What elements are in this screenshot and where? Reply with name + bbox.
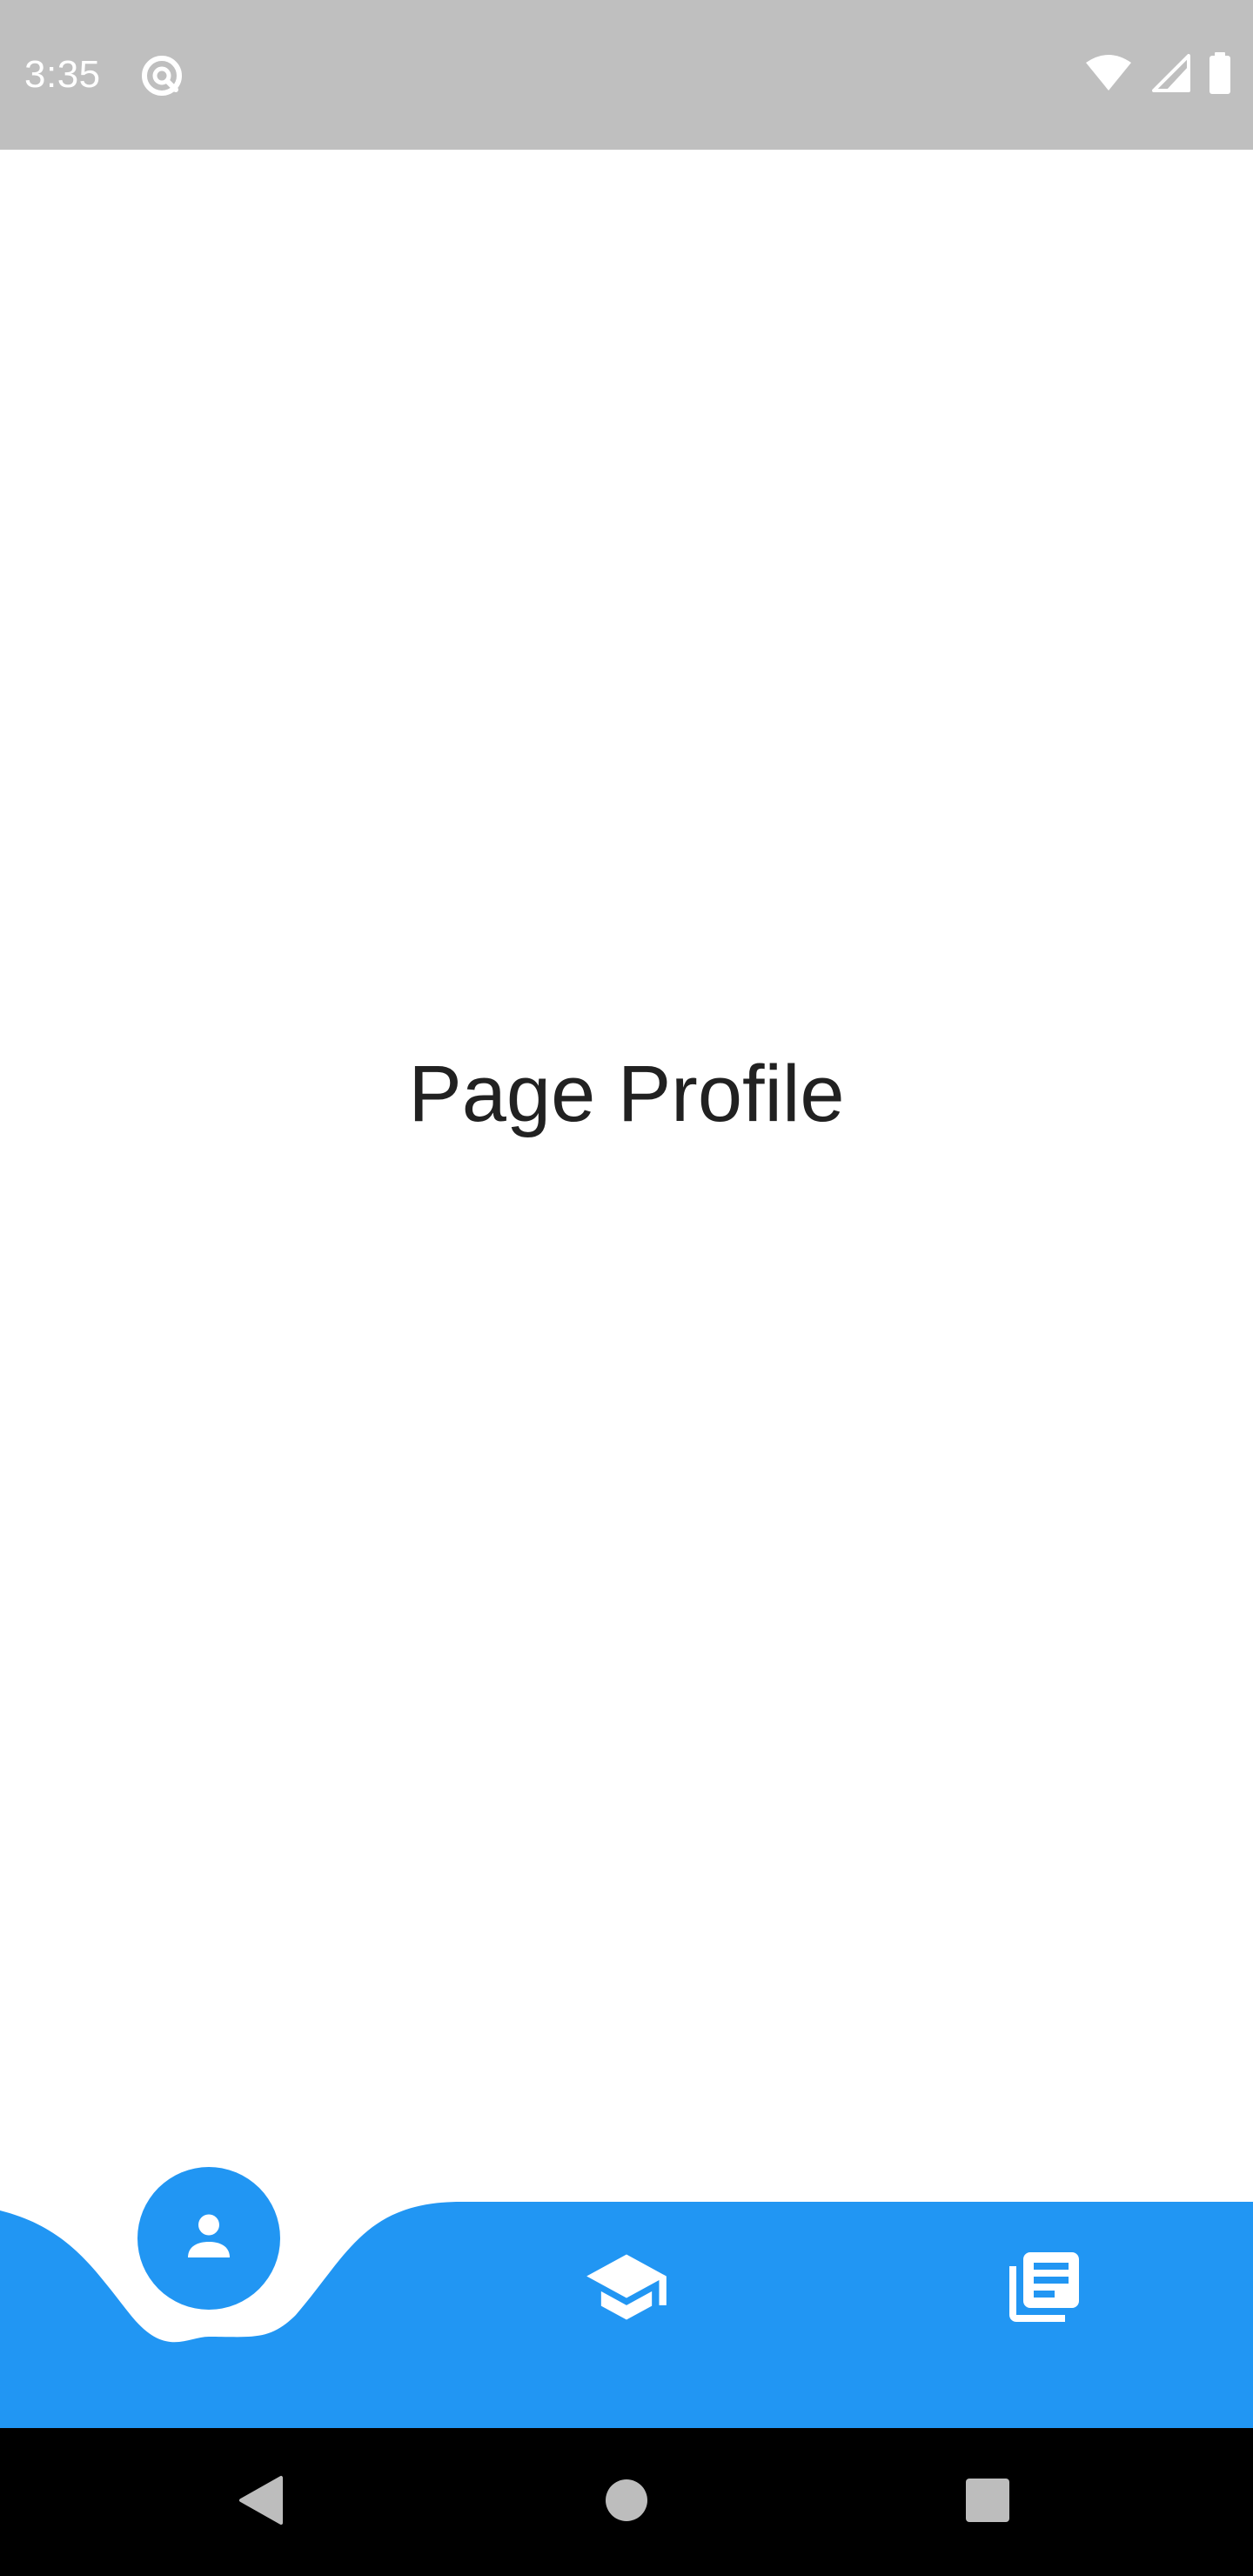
home-icon	[604, 2478, 649, 2527]
screen: 3:35 Page Profile	[0, 0, 1253, 2576]
bottom-navigation-bar	[0, 2123, 1253, 2428]
person-icon	[178, 2205, 240, 2272]
status-bar: 3:35	[0, 0, 1253, 150]
status-icons	[1084, 51, 1232, 98]
wifi-icon	[1084, 54, 1133, 97]
back-button[interactable]	[223, 2463, 301, 2541]
page-title: Page Profile	[408, 1050, 845, 1138]
back-icon	[236, 2472, 288, 2532]
recents-button[interactable]	[948, 2463, 1027, 2541]
cellular-signal-icon	[1150, 53, 1190, 97]
nav-item-education[interactable]	[574, 2237, 679, 2341]
main-content: Page Profile	[0, 150, 1253, 2202]
system-navigation-bar	[0, 2428, 1253, 2576]
nav-item-profile[interactable]	[137, 2167, 280, 2310]
news-icon	[1002, 2245, 1086, 2333]
recents-icon	[965, 2478, 1010, 2527]
battery-icon	[1208, 51, 1232, 98]
nav-item-news[interactable]	[992, 2237, 1096, 2341]
app-notification-icon	[139, 53, 184, 98]
status-time: 3:35	[24, 53, 101, 96]
home-button[interactable]	[587, 2463, 666, 2541]
school-icon	[583, 2244, 670, 2335]
